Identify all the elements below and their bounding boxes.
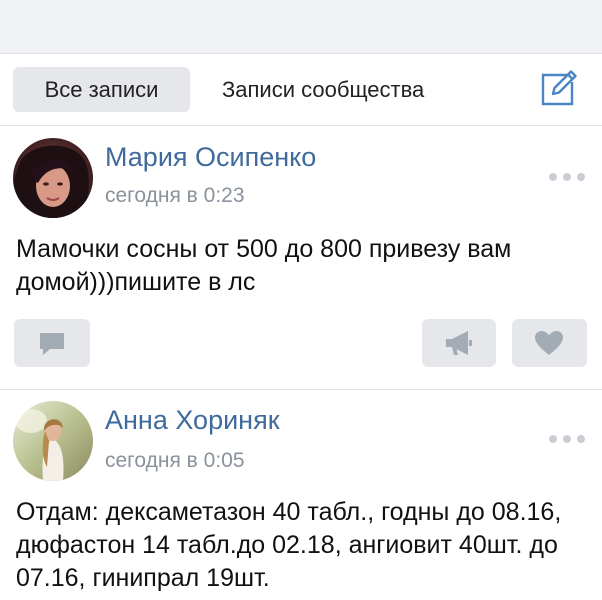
heart-icon (535, 331, 563, 355)
megaphone-icon (446, 331, 472, 355)
post-card: Анна Хориняк сегодня в 0:05 Отдам: декса… (0, 390, 602, 600)
post-author-link[interactable]: Мария Осипенко (105, 142, 316, 173)
more-dots-icon (549, 173, 585, 181)
like-button[interactable] (512, 319, 587, 367)
post-timestamp: сегодня в 0:23 (105, 184, 245, 207)
comment-button[interactable] (14, 319, 90, 367)
compose-icon (541, 70, 577, 106)
tab-community-posts[interactable]: Записи сообщества (222, 67, 424, 112)
comment-icon (40, 333, 64, 355)
tab-all-posts[interactable]: Все записи (13, 67, 190, 112)
avatar[interactable] (13, 401, 93, 481)
post-text: Отдам: дексаметазон 40 табл., годны до 0… (16, 498, 562, 592)
top-strip (0, 0, 602, 54)
post-author-link[interactable]: Анна Хориняк (105, 405, 280, 436)
post-timestamp: сегодня в 0:05 (105, 449, 245, 472)
share-button[interactable] (422, 319, 496, 367)
more-dots-icon (549, 435, 585, 443)
new-post-button[interactable] (538, 66, 582, 110)
post-text: Мамочки сосны от 500 до 800 привезу вам … (16, 235, 512, 296)
post-more-button[interactable] (548, 432, 588, 446)
post-card: Мария Осипенко сегодня в 0:23 Мамочки со… (0, 126, 602, 390)
avatar[interactable] (13, 138, 93, 218)
post-more-button[interactable] (548, 170, 588, 184)
wall-filter-bar: Все записи Записи сообщества (0, 54, 602, 126)
